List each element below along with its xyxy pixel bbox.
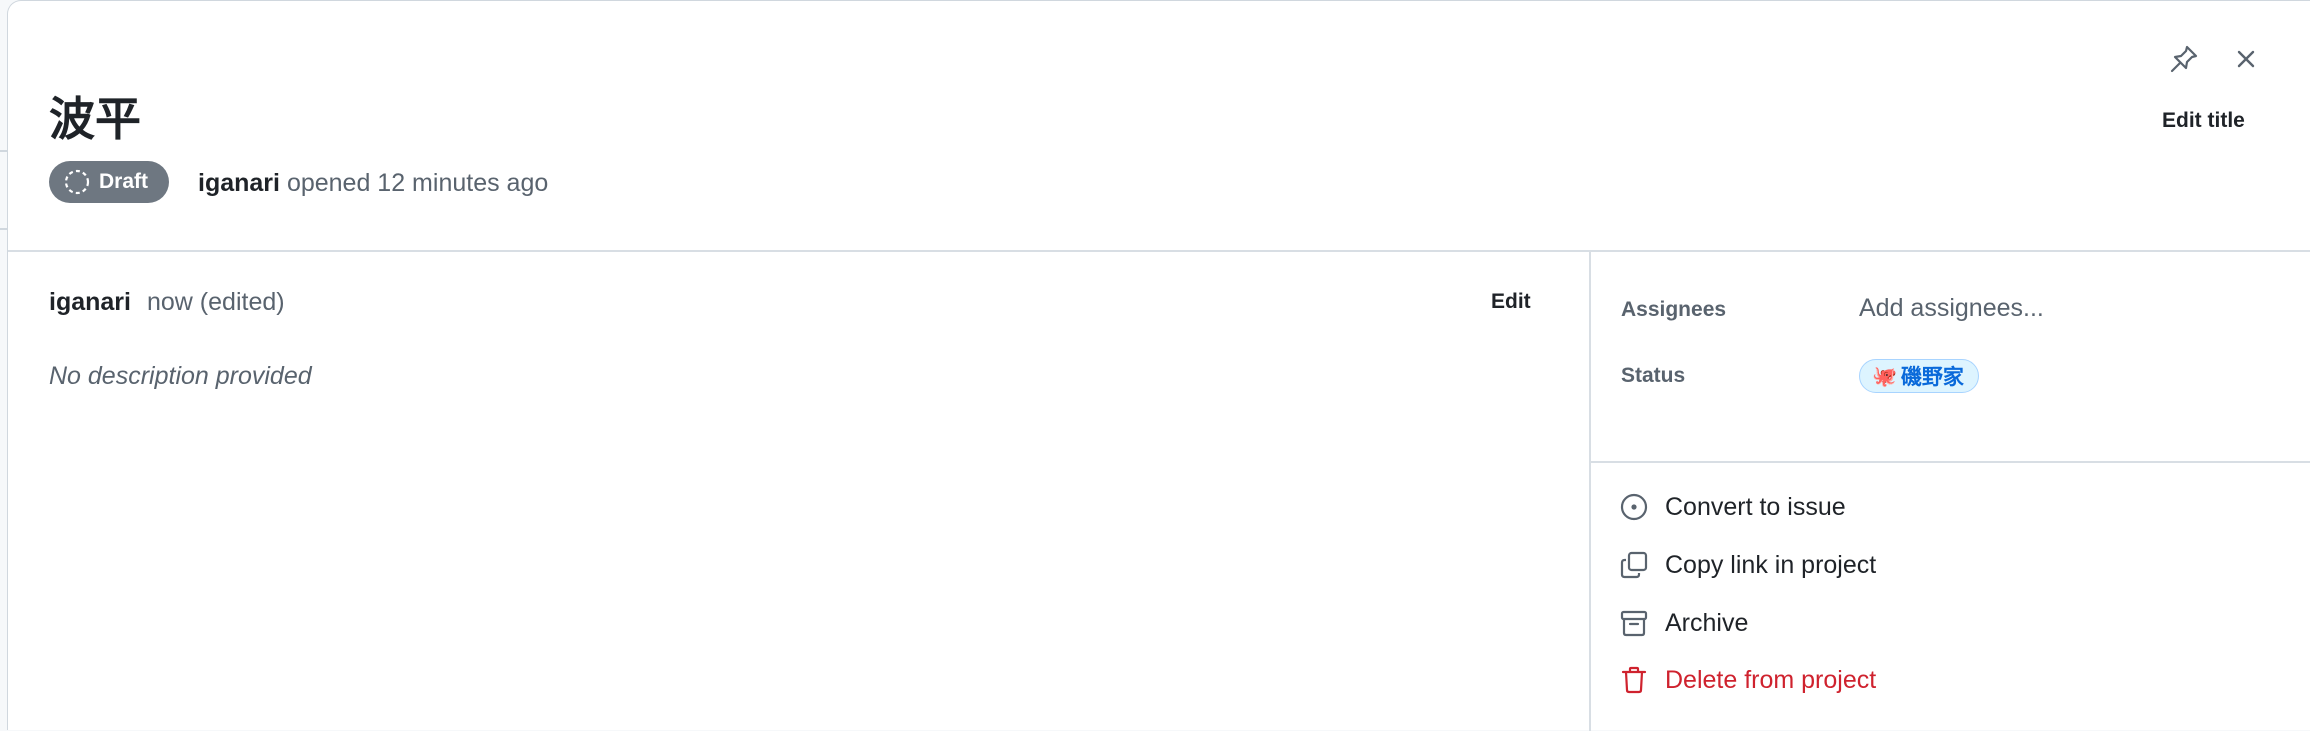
panel-header: 波平 Draft iganari opened 12 minutes ago E…: [8, 1, 2310, 252]
item-sidebar: Assignees Add assignees... Status 🐙 磯野家 …: [1591, 252, 2310, 731]
archive-button[interactable]: Archive: [1619, 603, 1748, 643]
item-title: 波平: [49, 93, 141, 145]
copy-link-label: Copy link in project: [1665, 550, 1877, 579]
edit-comment-button[interactable]: Edit: [1491, 290, 1531, 314]
draft-circle-icon: [64, 169, 90, 195]
delete-from-project-label: Delete from project: [1665, 665, 1877, 694]
comment-area: iganari now (edited) Edit No description…: [8, 252, 1591, 731]
archive-icon: [1620, 610, 1648, 637]
status-value: 磯野家: [1900, 366, 1964, 389]
opened-by-author[interactable]: iganari: [198, 169, 280, 197]
edit-title-button[interactable]: Edit title: [2162, 109, 2245, 133]
pin-button[interactable]: [2164, 39, 2204, 79]
opened-meta: iganari opened 12 minutes ago: [198, 167, 548, 199]
archive-label: Archive: [1665, 608, 1749, 637]
copy-link-button[interactable]: Copy link in project: [1619, 545, 1876, 585]
add-assignees-button[interactable]: Add assignees...: [1859, 294, 2044, 323]
convert-to-issue-button[interactable]: Convert to issue: [1619, 487, 1846, 527]
close-button[interactable]: [2226, 39, 2266, 79]
issue-opened-icon: [1620, 493, 1648, 521]
status-emoji: 🐙: [1872, 365, 1897, 388]
sidebar-divider: [1591, 461, 2310, 463]
trash-icon: [1621, 666, 1647, 694]
copy-icon: [1620, 551, 1648, 579]
delete-from-project-button[interactable]: Delete from project: [1619, 660, 1876, 700]
comment-body: No description provided: [49, 362, 312, 390]
status-chip[interactable]: 🐙 磯野家: [1859, 359, 1979, 393]
comment-author[interactable]: iganari: [49, 288, 131, 317]
item-side-panel: 波平 Draft iganari opened 12 minutes ago E…: [7, 0, 2310, 731]
status-label: Status: [1621, 364, 1686, 387]
pin-icon: [2170, 45, 2198, 73]
draft-badge-label: Draft: [99, 170, 149, 193]
assignees-label: Assignees: [1621, 298, 1727, 321]
draft-badge: Draft: [49, 161, 169, 203]
opened-time: opened 12 minutes ago: [286, 169, 549, 197]
comment-time: now (edited): [147, 288, 285, 316]
close-icon: [2237, 50, 2255, 68]
convert-to-issue-label: Convert to issue: [1665, 492, 1846, 521]
